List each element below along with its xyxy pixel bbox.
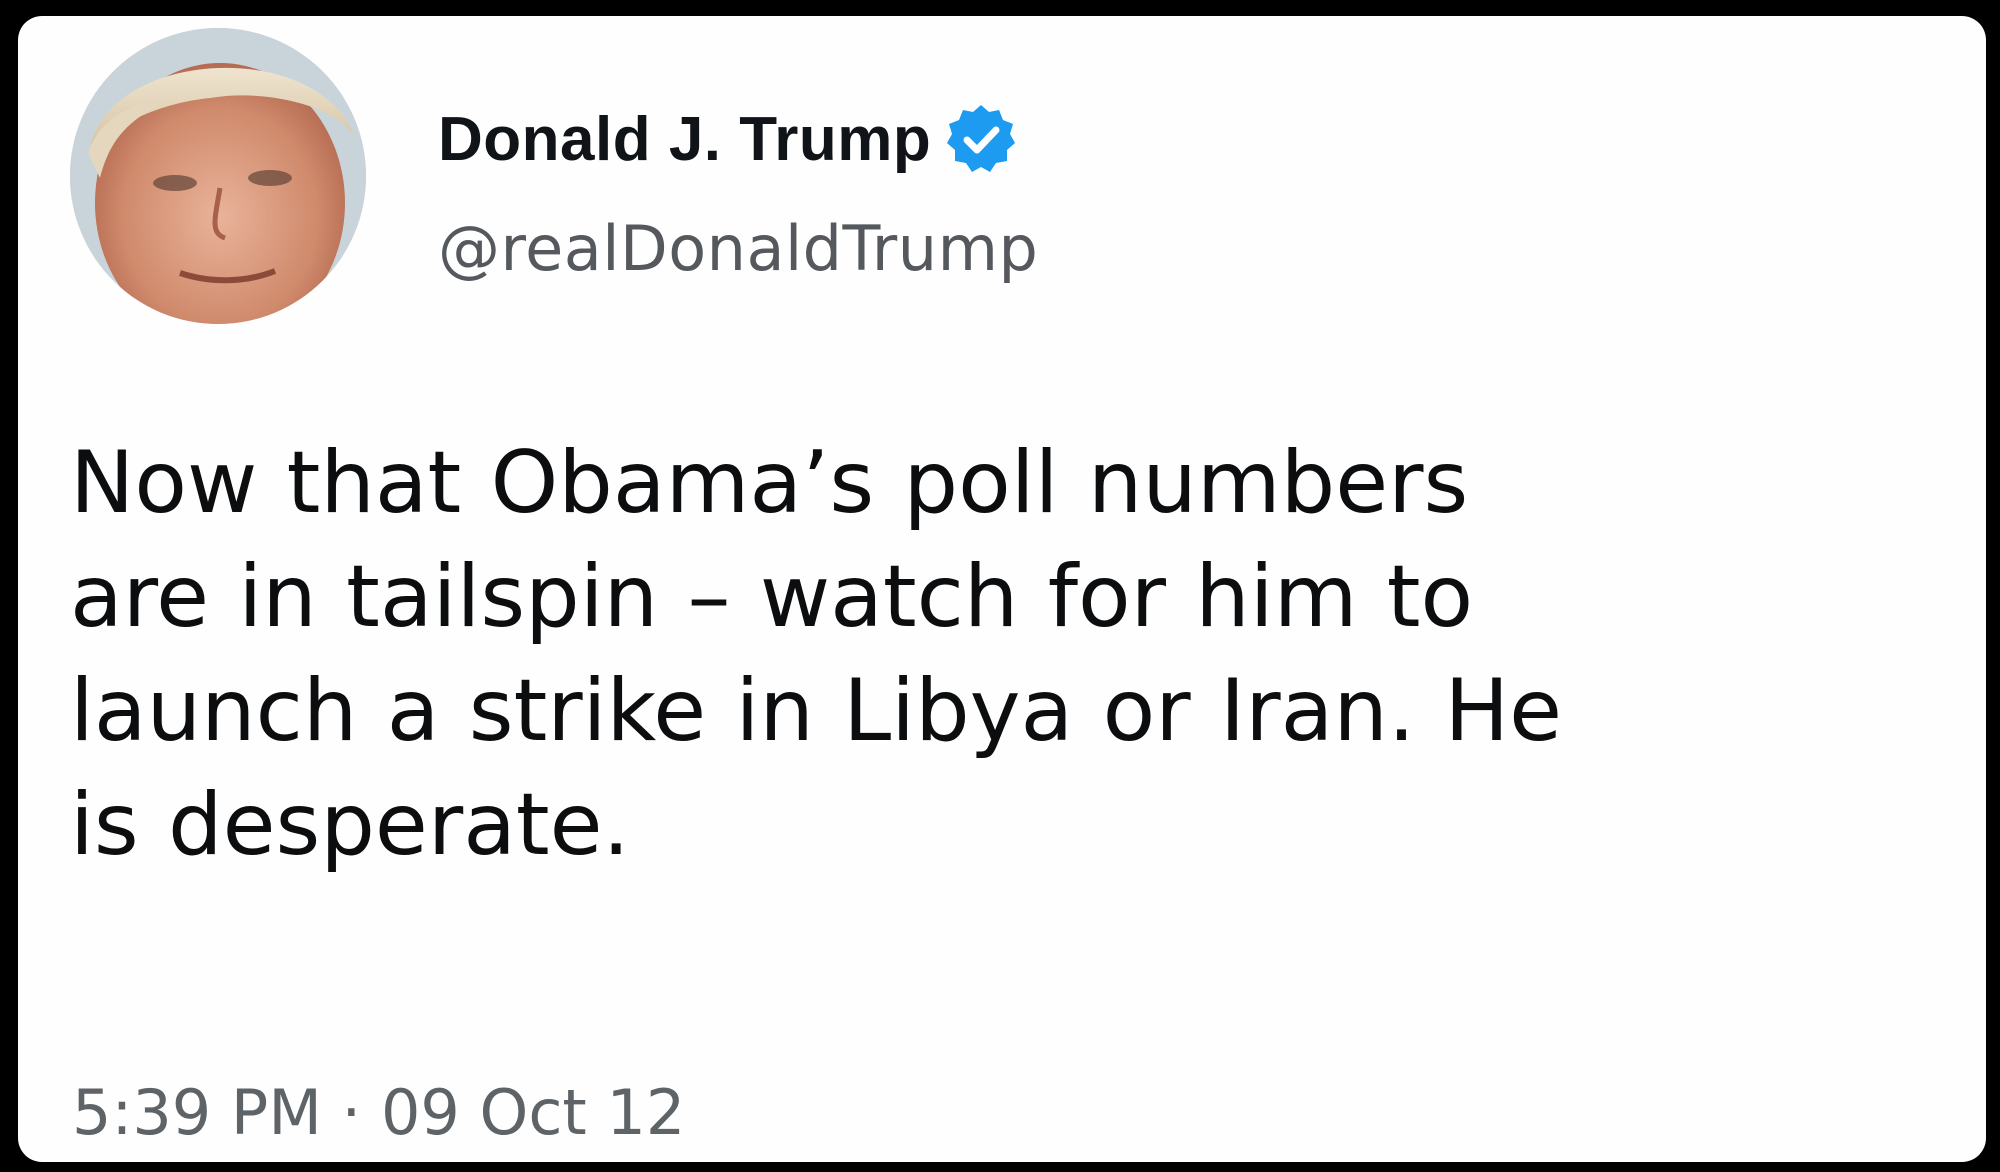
tweet-text-line: Now that Obama’s poll numbers: [70, 433, 1469, 533]
author-handle[interactable]: @realDonaldTrump: [438, 212, 1038, 285]
avatar[interactable]: [70, 28, 366, 324]
tweet-text-line: is desperate.: [70, 775, 630, 875]
author-row: Donald J. Trump: [438, 94, 1017, 184]
screenshot-canvas: Donald J. Trump @realDonaldTrump Now tha…: [0, 0, 2000, 1172]
tweet-text-line: launch a strike in Libya or Iran. He: [70, 661, 1563, 761]
tweet-card[interactable]: Donald J. Trump @realDonaldTrump Now tha…: [18, 16, 1986, 1162]
tweet-timestamp[interactable]: 5:39 PM · 09 Oct 12: [72, 1076, 685, 1149]
author-display-name[interactable]: Donald J. Trump: [438, 104, 931, 175]
tweet-text-line: are in tailspin – watch for him to: [70, 547, 1474, 647]
tweet-body: Now that Obama’s poll numbers are in tai…: [70, 426, 1950, 882]
profile-photo: [70, 28, 366, 324]
verified-badge-icon: [945, 103, 1017, 175]
